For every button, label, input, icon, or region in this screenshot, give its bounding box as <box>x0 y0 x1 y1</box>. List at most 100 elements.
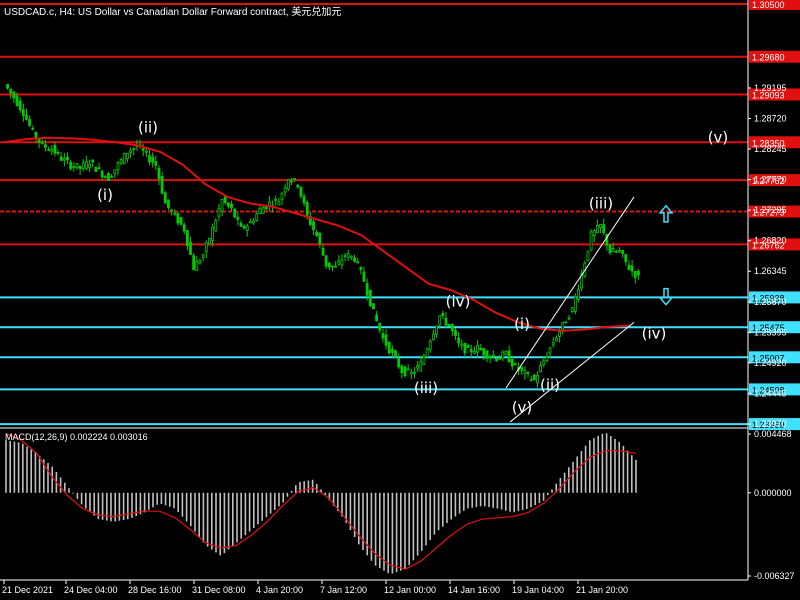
candle-body <box>305 202 309 216</box>
candle-body <box>592 230 596 237</box>
candle-body <box>577 289 580 300</box>
macd-tick-label: -0.006327 <box>754 571 795 581</box>
macd-title: MACD(12,26,9) 0.002224 0.003016 <box>5 432 148 442</box>
candle-body <box>520 366 524 371</box>
candle-body <box>621 250 625 254</box>
candle-body <box>302 195 306 204</box>
candle-body <box>6 84 9 89</box>
candle-body <box>160 176 164 194</box>
candle-body <box>176 213 180 224</box>
candle-body <box>498 358 502 360</box>
wave-label: (i) <box>514 315 530 333</box>
candle-body <box>255 213 259 221</box>
candle-body <box>66 156 69 161</box>
candle-body <box>491 354 495 357</box>
candle-body <box>346 253 350 258</box>
candle-body <box>220 199 224 212</box>
candle-body <box>558 331 561 337</box>
candle-body <box>318 232 322 245</box>
candle-body <box>514 363 517 366</box>
candle-body <box>85 161 88 170</box>
time-tick-label: 24 Dec 04:00 <box>64 585 118 595</box>
candle-body <box>372 303 375 310</box>
candle-body <box>189 241 192 255</box>
candle-body <box>252 220 256 224</box>
candle-body <box>321 247 325 256</box>
price-tick-label: 1.28245 <box>754 144 787 154</box>
candle-body <box>539 365 543 373</box>
candle-body <box>545 356 549 361</box>
candle-body <box>353 257 356 262</box>
candle-body <box>148 155 151 163</box>
candle-body <box>94 166 98 172</box>
candle-body <box>34 131 38 139</box>
candle-body <box>141 148 145 151</box>
candle-body <box>570 307 574 312</box>
candle-body <box>258 208 262 214</box>
candle-body <box>457 337 461 344</box>
price-tick-label: 1.24445 <box>754 388 787 398</box>
candle-body <box>536 374 539 384</box>
price-tick-label: 1.27295 <box>754 205 787 215</box>
candle-body <box>40 142 44 144</box>
candle-body <box>473 350 476 354</box>
candle-body <box>438 315 442 326</box>
candle-body <box>507 350 511 363</box>
candle-body <box>163 192 167 204</box>
candle-body <box>463 342 467 354</box>
candle-body <box>387 341 391 354</box>
candle-body <box>31 127 35 130</box>
candle-body <box>72 166 76 169</box>
candle-body <box>151 156 155 163</box>
candle-body <box>78 165 82 169</box>
candle-body <box>113 169 117 174</box>
candle-body <box>97 167 101 170</box>
time-tick-label: 21 Dec 2021 <box>2 585 53 595</box>
candle-body <box>542 360 546 366</box>
candle-body <box>431 333 435 341</box>
time-tick-label: 28 Dec 16:00 <box>128 585 182 595</box>
candle-body <box>611 248 615 252</box>
candle-body <box>28 119 32 126</box>
candle-body <box>56 152 60 154</box>
candle-body <box>198 260 202 264</box>
candle-body <box>425 348 429 358</box>
chart-canvas[interactable]: 1.305001.296801.290931.283501.277621.272… <box>0 0 800 600</box>
candle-body <box>195 261 199 271</box>
candle-body <box>450 324 454 332</box>
candle-body <box>261 207 265 215</box>
candle-body <box>523 370 527 374</box>
candle-body <box>129 150 132 153</box>
candle-body <box>233 208 237 218</box>
candle-body <box>488 356 492 359</box>
time-tick-label: 21 Jan 20:00 <box>576 585 628 595</box>
candle-body <box>337 260 341 265</box>
candle-body <box>454 329 457 336</box>
candle-body <box>555 337 558 342</box>
candle-body <box>630 265 634 272</box>
candle-body <box>551 342 555 346</box>
time-tick-label: 19 Jan 04:00 <box>512 585 564 595</box>
price-tick-label: 1.26345 <box>754 266 787 276</box>
wave-label: (ii) <box>138 119 158 137</box>
candle-body <box>614 250 618 253</box>
candle-body <box>447 323 451 327</box>
candle-body <box>81 162 85 169</box>
candle-body <box>242 225 246 229</box>
candle-body <box>9 88 13 94</box>
wave-label: (iii) <box>414 379 438 397</box>
macd-tick-label: 0.000000 <box>754 488 792 498</box>
candle-body <box>599 224 602 228</box>
candle-body <box>192 255 196 271</box>
candle-body <box>277 201 281 206</box>
candle-body <box>110 176 114 178</box>
candle-body <box>182 224 186 232</box>
wave-label: (ii) <box>540 376 560 394</box>
candle-body <box>548 347 552 354</box>
price-tick-label: 1.29195 <box>754 83 787 93</box>
candle-body <box>561 321 565 330</box>
candle-body <box>564 321 568 324</box>
candle-body <box>526 372 530 374</box>
candle-body <box>384 334 388 346</box>
candle-body <box>375 314 379 322</box>
